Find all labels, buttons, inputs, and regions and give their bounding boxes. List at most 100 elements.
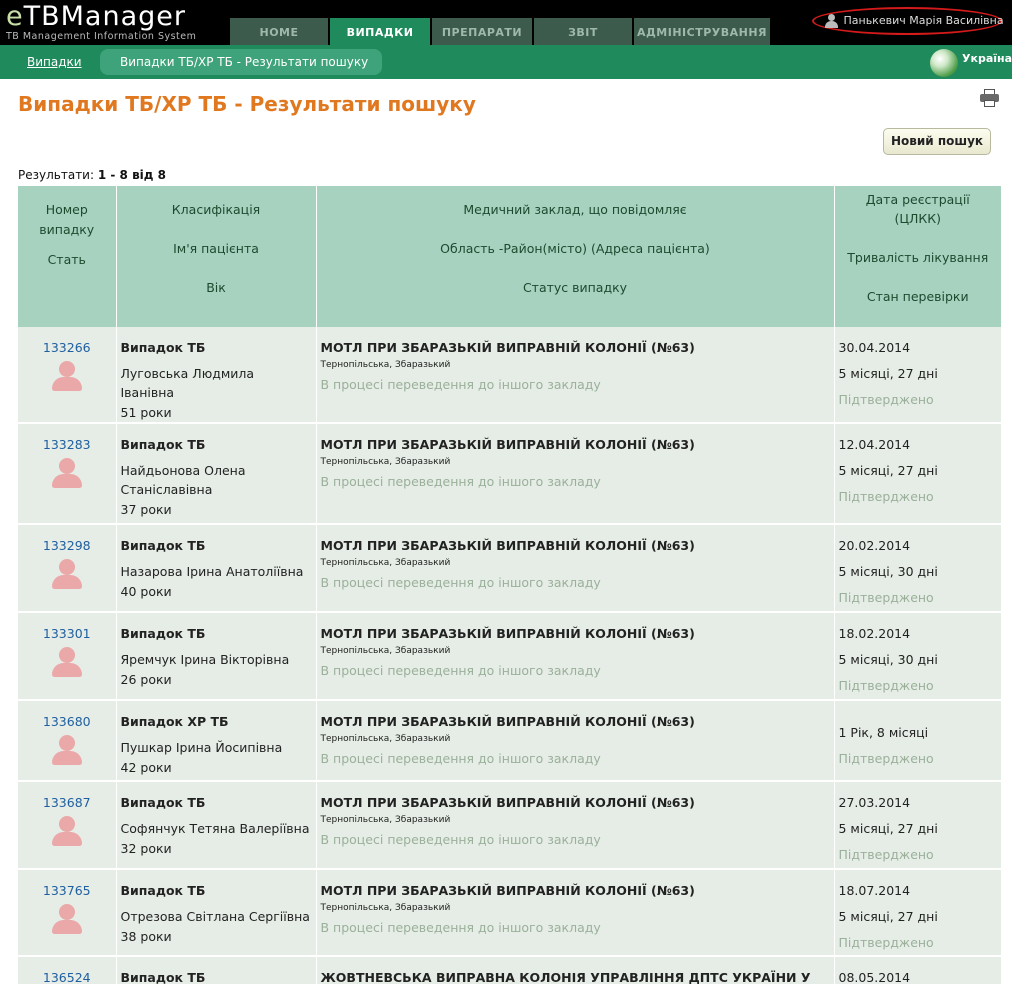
table-row[interactable]: 136524 Випадок ТБ ЖОВТНЕВСЬКА ВИПРАВНА КОЛ… bbox=[18, 956, 1001, 984]
breadcrumb-current: Випадки ТБ/ХР ТБ - Результати пошуку bbox=[100, 49, 382, 75]
country-label: Україна bbox=[962, 52, 1012, 65]
patient-name: Отрезова Світлана Сергіївна bbox=[120, 909, 310, 924]
case-number-link[interactable]: 136524 bbox=[22, 970, 112, 984]
cell-registration: 18.07.2014 5 місяці, 27 дні Підтверджено bbox=[834, 869, 1001, 957]
table-row[interactable]: 133687 Випадок ТБ Софянчук Тетяна Валеріїв… bbox=[18, 781, 1001, 870]
country-selector[interactable]: Україна bbox=[928, 48, 1012, 78]
patient-age: 40 роки bbox=[120, 584, 172, 599]
cell-facility: МОТЛ ПРИ ЗБАРАЗЬКІЙ ВИПРАВНІЙ КОЛОНІЇ (№… bbox=[316, 869, 835, 957]
case-number-link[interactable]: 133298 bbox=[22, 538, 112, 553]
patient-age: 32 роки bbox=[120, 841, 172, 856]
cell-case: 133687 bbox=[18, 781, 117, 870]
case-number-link[interactable]: 133266 bbox=[22, 340, 112, 355]
patient-age: 38 роки bbox=[120, 929, 172, 944]
classification: Випадок ТБ bbox=[120, 795, 206, 810]
header-registration-date[interactable]: Дата реєстрації (ЦЛКК) Тривалість лікува… bbox=[834, 186, 1001, 327]
patient-age: 37 роки bbox=[120, 502, 172, 517]
case-number-link[interactable]: 133301 bbox=[22, 626, 112, 641]
header-case-number[interactable]: Номер випадку Стать bbox=[18, 186, 117, 327]
case-number-link[interactable]: 133283 bbox=[22, 437, 112, 452]
breadcrumb: Випадки Випадки ТБ/ХР ТБ - Результати по… bbox=[0, 45, 1012, 79]
verification-status: Підтверджено bbox=[838, 489, 934, 504]
cell-registration: 20.02.2014 5 місяці, 30 дні Підтверджено bbox=[834, 524, 1001, 613]
cell-patient: Випадок ТБ Найдьонова Олена Станіславівна… bbox=[116, 423, 317, 525]
registration-date: 12.04.2014 bbox=[838, 437, 911, 452]
header-classification[interactable]: Класифікація Ім'я пацієнта Вік bbox=[116, 186, 317, 327]
page-title: Випадки ТБ/ХР ТБ - Результати пошуку bbox=[18, 92, 476, 116]
case-number-link[interactable]: 133687 bbox=[22, 795, 112, 810]
patient-age: 26 роки bbox=[120, 672, 172, 687]
table-row[interactable]: 133283 Випадок ТБ Найдьонова Олена Станісл… bbox=[18, 423, 1001, 525]
cell-patient: Випадок ТБ Яремчук Ірина Вікторівна 26 рок… bbox=[116, 612, 317, 701]
print-icon[interactable] bbox=[980, 89, 999, 107]
cell-case: 136524 bbox=[18, 956, 117, 984]
treatment-duration: 5 місяці, 30 дні bbox=[838, 564, 938, 579]
logo[interactable]: eTBManager TB Management Information Sys… bbox=[6, 2, 196, 42]
case-status: В процесі переведення до іншого закладу bbox=[320, 474, 601, 489]
table-row[interactable]: 133298 Випадок ТБ Назарова Ірина Анатоліїв… bbox=[18, 524, 1001, 613]
cases-table-body: 133266 Випадок ТБ Луговська Людмила Іванів… bbox=[18, 327, 1001, 984]
logo-subtitle: TB Management Information System bbox=[6, 31, 197, 42]
cell-patient: Випадок ТБ bbox=[116, 956, 317, 984]
verification-status: Підтверджено bbox=[838, 935, 934, 950]
verification-status: Підтверджено bbox=[838, 590, 934, 605]
table-row[interactable]: 133301 Випадок ТБ Яремчук Ірина Вікторівна… bbox=[18, 612, 1001, 701]
treatment-duration: 1 Рік, 8 місяці bbox=[838, 725, 929, 740]
cell-facility: ЖОВТНЕВСЬКА ВИПРАВНА КОЛОНІЯ УПРАВЛІННЯ … bbox=[316, 956, 835, 984]
classification: Випадок ТБ bbox=[120, 538, 206, 553]
breadcrumb-cases-link[interactable]: Випадки bbox=[27, 55, 82, 69]
female-patient-icon bbox=[50, 458, 84, 492]
case-status: В процесі переведення до іншого закладу bbox=[320, 920, 601, 935]
user-icon bbox=[824, 14, 838, 28]
table-row[interactable]: 133266 Випадок ТБ Луговська Людмила Іванів… bbox=[18, 327, 1001, 424]
main-nav: HOME ВИПАДКИ ПРЕПАРАТИ ЗВІТ АДМІНІСТРУВАННЯ bbox=[230, 18, 772, 45]
registration-date: 08.05.2014 bbox=[838, 970, 911, 984]
tab-3[interactable]: ЗВІТ bbox=[534, 18, 632, 45]
table-header-row: Номер випадку Стать Класифікація Ім'я па… bbox=[18, 186, 1001, 327]
patient-name: Софянчук Тетяна Валеріївна bbox=[120, 821, 310, 836]
facility-name: МОТЛ ПРИ ЗБАРАЗЬКІЙ ВИПРАВНІЙ КОЛОНІЇ (№… bbox=[320, 340, 695, 355]
patient-name: Найдьонова Олена Станіславівна bbox=[120, 463, 246, 497]
female-patient-icon bbox=[50, 904, 84, 938]
facility-name: МОТЛ ПРИ ЗБАРАЗЬКІЙ ВИПРАВНІЙ КОЛОНІЇ (№… bbox=[320, 883, 695, 898]
cell-registration: 30.04.2014 5 місяці, 27 дні Підтверджено bbox=[834, 327, 1001, 424]
header-facility[interactable]: Медичний заклад, що повідомляє Область -… bbox=[316, 186, 835, 327]
patient-region: Тернопільська, Збаразький bbox=[320, 815, 451, 825]
patient-region: Тернопільська, Збаразький bbox=[320, 734, 451, 744]
classification: Випадок ТБ bbox=[120, 970, 206, 984]
classification: Випадок ТБ bbox=[120, 883, 206, 898]
user-menu[interactable]: Панькевич Марія Василівна bbox=[812, 7, 1004, 35]
case-number-link[interactable]: 133680 bbox=[22, 714, 112, 729]
treatment-duration: 5 місяці, 27 дні bbox=[838, 909, 938, 924]
cell-case: 133283 bbox=[18, 423, 117, 525]
female-patient-icon bbox=[50, 816, 84, 850]
patient-region: Тернопільська, Збаразький bbox=[320, 646, 451, 656]
female-patient-icon bbox=[50, 735, 84, 769]
patient-name: Луговська Людмила Іванівна bbox=[120, 366, 255, 400]
cell-facility: МОТЛ ПРИ ЗБАРАЗЬКІЙ ВИПРАВНІЙ КОЛОНІЇ (№… bbox=[316, 781, 835, 870]
cell-facility: МОТЛ ПРИ ЗБАРАЗЬКІЙ ВИПРАВНІЙ КОЛОНІЇ (№… bbox=[316, 524, 835, 613]
table-row[interactable]: 133765 Випадок ТБ Отрезова Світлана Сергії… bbox=[18, 869, 1001, 957]
registration-date: 30.04.2014 bbox=[838, 340, 911, 355]
registration-date: 20.02.2014 bbox=[838, 538, 911, 553]
logo-title: eTBManager bbox=[6, 1, 186, 32]
case-status: В процесі переведення до іншого закладу bbox=[320, 377, 601, 392]
cell-registration: 1 Рік, 8 місяці Підтверджено bbox=[834, 700, 1001, 782]
registration-date: 18.02.2014 bbox=[838, 626, 911, 641]
tab-2[interactable]: ПРЕПАРАТИ bbox=[432, 18, 532, 45]
classification: Випадок ТБ bbox=[120, 626, 206, 641]
case-number-link[interactable]: 133765 bbox=[22, 883, 112, 898]
registration-date: 18.07.2014 bbox=[838, 883, 911, 898]
case-status: В процесі переведення до іншого закладу bbox=[320, 832, 601, 847]
patient-region: Тернопільська, Збаразький bbox=[320, 360, 451, 370]
cell-patient: Випадок ТБ Софянчук Тетяна Валеріївна 32 р… bbox=[116, 781, 317, 870]
table-row[interactable]: 133680 Випадок ХР ТБ Пушкар Ірина Йосипівн… bbox=[18, 700, 1001, 782]
cell-registration: 18.02.2014 5 місяці, 30 дні Підтверджено bbox=[834, 612, 1001, 701]
new-search-button[interactable]: Новий пошук bbox=[883, 128, 991, 155]
results-count: Результати: 1 - 8 від 8 bbox=[18, 168, 166, 182]
tab-1[interactable]: ВИПАДКИ bbox=[330, 18, 430, 45]
classification: Випадок ТБ bbox=[120, 437, 206, 452]
tab-4[interactable]: АДМІНІСТРУВАННЯ bbox=[634, 18, 770, 45]
cell-case: 133266 bbox=[18, 327, 117, 424]
tab-0[interactable]: HOME bbox=[230, 18, 328, 45]
